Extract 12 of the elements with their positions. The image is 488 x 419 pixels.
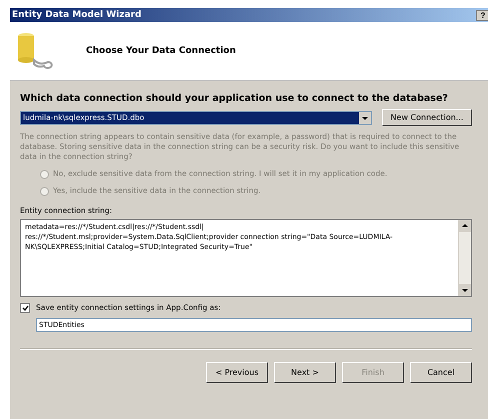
question-text: Which data connection should your application use to connect to the database? [20, 93, 449, 104]
new-connection-button[interactable]: New Connection... [382, 109, 472, 126]
scroll-up-icon[interactable] [459, 220, 471, 232]
help-button[interactable]: ? [476, 10, 488, 20]
save-checkbox[interactable] [20, 303, 30, 313]
scroll-down-icon[interactable] [459, 284, 471, 296]
wizard-button[interactable]: < Previous [206, 362, 268, 383]
wizard-button[interactable]: Cancel [410, 362, 472, 383]
wizard-button[interactable]: Next > [274, 362, 336, 383]
scrollbar[interactable] [458, 220, 471, 296]
header-title: Choose Your Data Connection [86, 46, 236, 56]
window-title: Entity Data Model Wizard [12, 10, 142, 20]
